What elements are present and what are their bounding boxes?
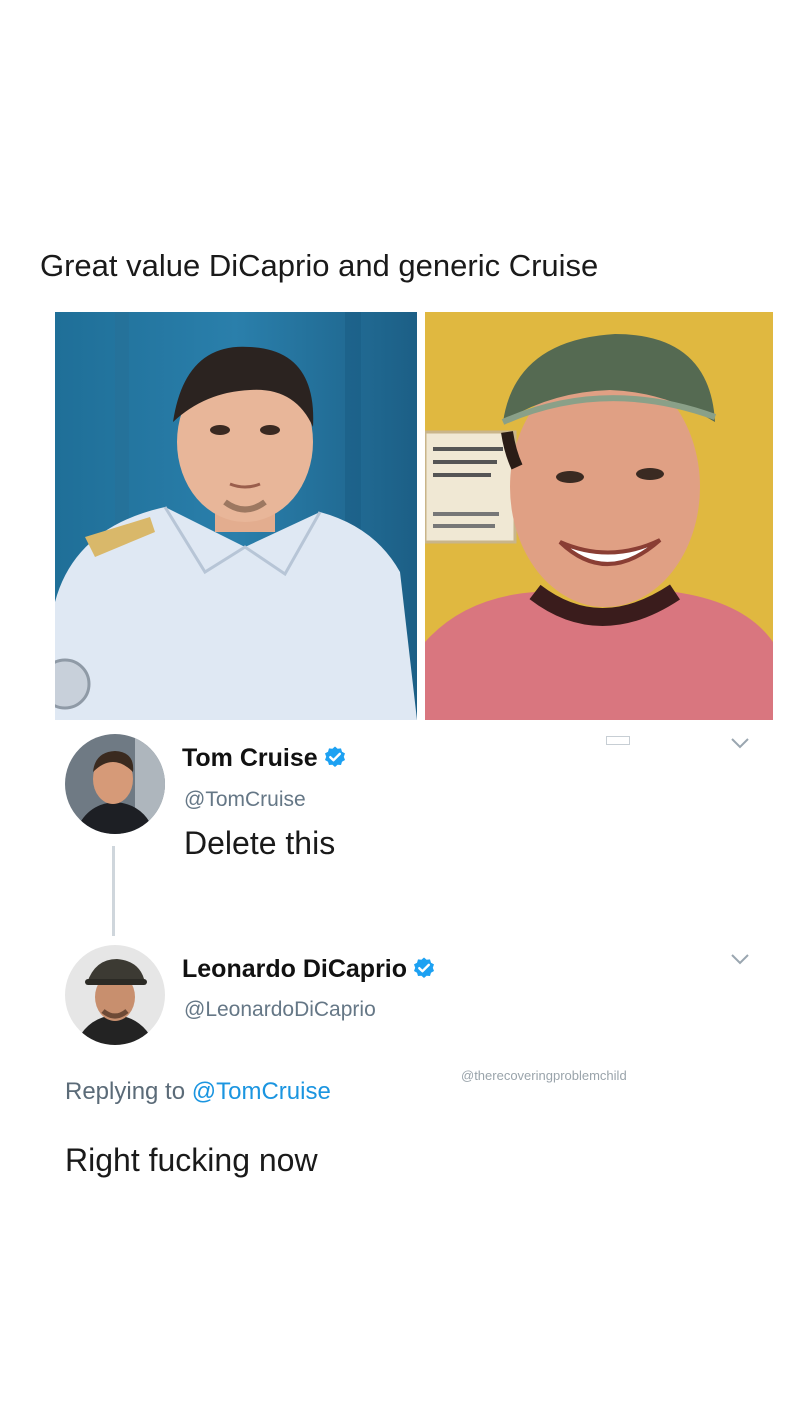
tweet1-handle[interactable]: @TomCruise	[184, 788, 306, 812]
image-edge-marker	[606, 736, 630, 745]
photo-cruise-lookalike	[425, 312, 773, 720]
avatar-tom-cruise[interactable]	[65, 734, 165, 834]
chevron-down-icon[interactable]	[730, 952, 750, 970]
tweet2-display-name[interactable]: Leonardo DiCaprio	[182, 955, 407, 983]
avatar-leonardo-dicaprio[interactable]	[65, 945, 165, 1045]
verified-badge-icon	[412, 956, 436, 985]
tweet1-display-name[interactable]: Tom Cruise	[182, 744, 318, 772]
verified-badge-icon	[323, 745, 347, 774]
thread-connector	[112, 846, 115, 936]
replying-to-line: Replying to @TomCruise	[65, 1078, 331, 1106]
watermark: @therecoveringproblemchild	[461, 1068, 627, 1083]
tweet2-handle[interactable]: @LeonardoDiCaprio	[184, 998, 376, 1022]
tweet1-text: Delete this	[184, 825, 336, 861]
replying-to-mention[interactable]: @TomCruise	[192, 1078, 331, 1105]
replying-prefix: Replying to	[65, 1078, 186, 1105]
chevron-down-icon[interactable]	[730, 736, 750, 754]
photo-dicaprio-lookalike	[55, 312, 417, 720]
meme-caption: Great value DiCaprio and generic Cruise	[40, 248, 599, 283]
tweet2-text: Right fucking now	[65, 1142, 318, 1178]
